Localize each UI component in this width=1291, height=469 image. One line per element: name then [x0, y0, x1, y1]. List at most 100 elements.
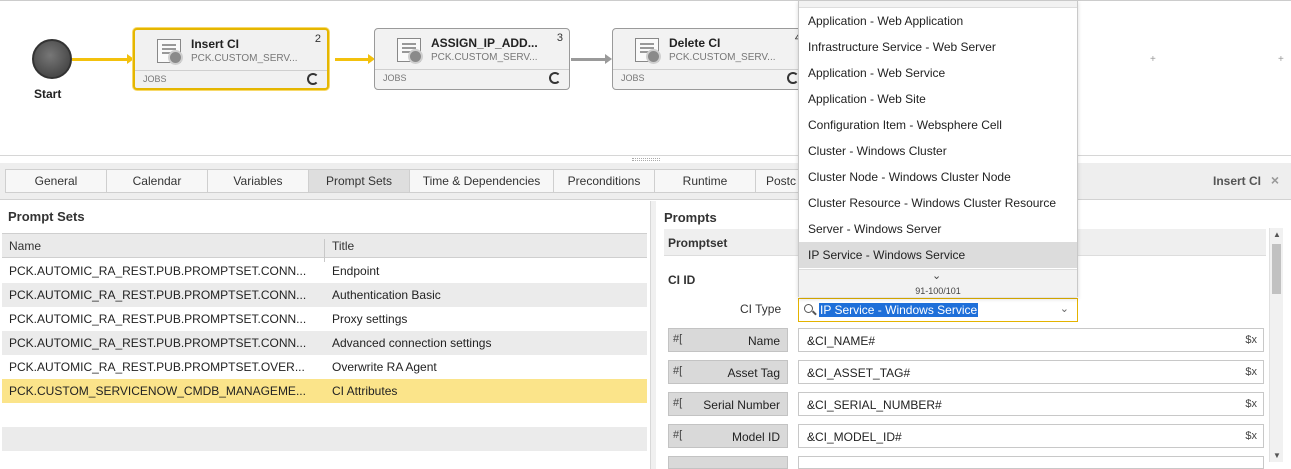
cell-name: PCK.AUTOMIC_RA_REST.PUB.PROMPTSET.CONN..…	[9, 288, 307, 302]
promptset-label: Promptset	[668, 236, 728, 250]
option-label: Application - Web Service	[808, 66, 946, 80]
ci-type-combobox[interactable]: IP Service - Windows Service ⌄	[798, 298, 1078, 322]
ci-type-dropdown-list: Application - Web Application Infrastruc…	[798, 0, 1078, 297]
pagination-text: 91-100/101	[915, 286, 961, 296]
column-header-name[interactable]: Name	[9, 239, 41, 253]
add-node-plus-icon[interactable]: +	[1150, 54, 1156, 65]
variable-picker-icon[interactable]: $x	[1245, 334, 1257, 346]
variable-picker-icon[interactable]: $x	[1245, 398, 1257, 410]
dropdown-footer: ⌄ 91-100/101	[799, 269, 1077, 297]
option-label: IP Service - Windows Service	[808, 248, 966, 262]
cell-name: PCK.CUSTOM_SERVICENOW_CMDB_MANAGEME...	[9, 384, 306, 398]
field-label-name: #[ Name	[668, 328, 788, 352]
table-row-empty	[2, 403, 647, 427]
dropdown-option[interactable]: Cluster Node - Windows Cluster Node	[799, 164, 1077, 190]
field-label-next	[668, 456, 788, 469]
option-label: Application - Web Site	[808, 92, 926, 106]
next-field[interactable]	[798, 456, 1264, 469]
field-label-text: Serial Number	[703, 398, 780, 412]
job-icon	[157, 39, 183, 65]
chevron-down-icon[interactable]: ⌄	[1060, 302, 1069, 315]
option-label: Configuration Item - Websphere Cell	[808, 118, 1002, 132]
dropdown-option[interactable]: Application - Web Service	[799, 60, 1077, 86]
field-label-serial-number: #[ Serial Number	[668, 392, 788, 416]
workflow-canvas[interactable]: Start Insert CI PCK.CUSTOM_SERV... 2 JOB…	[0, 0, 1291, 156]
table-row[interactable]: PCK.AUTOMIC_RA_REST.PUB.PROMPTSET.CONN..…	[2, 259, 647, 283]
name-field[interactable]: &CI_NAME# $x	[798, 328, 1264, 352]
variable-picker-icon[interactable]: $x	[1245, 430, 1257, 442]
tab-calendar[interactable]: Calendar	[106, 169, 207, 193]
cell-title: Proxy settings	[332, 312, 408, 326]
task-object: PCK.CUSTOM_SERV...	[431, 52, 538, 63]
table-row[interactable]: PCK.AUTOMIC_RA_REST.PUB.PROMPTSET.OVER..…	[2, 355, 647, 379]
field-value: &CI_MODEL_ID#	[807, 430, 902, 444]
option-label: Cluster Resource - Windows Cluster Resou…	[808, 196, 1057, 210]
chevron-down-icon[interactable]: ⌄	[932, 269, 941, 282]
dropdown-option[interactable]: Application - Web Application	[799, 8, 1077, 34]
horizontal-splitter-handle[interactable]	[632, 158, 660, 161]
prompts-scrollbar[interactable]: ▲ ▼	[1269, 228, 1283, 462]
table-row[interactable]: PCK.AUTOMIC_RA_REST.PUB.PROMPTSET.CONN..…	[2, 307, 647, 331]
tab-prompt-sets[interactable]: Prompt Sets	[308, 169, 409, 193]
edge-arrow-icon	[605, 54, 612, 64]
start-node[interactable]	[32, 39, 72, 79]
ci-type-value: IP Service - Windows Service	[819, 303, 979, 317]
tab-preconditions[interactable]: Preconditions	[553, 169, 654, 193]
dropdown-option[interactable]: Configuration Item - Websphere Cell	[799, 112, 1077, 138]
option-label: Cluster - Windows Cluster	[808, 144, 947, 158]
task-type: JOBS	[383, 73, 407, 83]
dropdown-option[interactable]: Cluster - Windows Cluster	[799, 138, 1077, 164]
scroll-down-icon[interactable]: ▼	[1273, 451, 1281, 460]
field-grip-icon: #[	[673, 365, 683, 377]
task-name: Delete CI	[669, 36, 721, 50]
tab-runtime[interactable]: Runtime	[654, 169, 755, 193]
canvas-border	[0, 0, 1291, 1]
dropdown-option[interactable]: Application - Web Site	[799, 86, 1077, 112]
tab-general[interactable]: General	[5, 169, 106, 193]
option-label: Server - Windows Server	[808, 222, 942, 236]
task-node-assign-ip[interactable]: ASSIGN_IP_ADD... PCK.CUSTOM_SERV... 3 JO…	[374, 28, 570, 90]
option-label: Infrastructure Service - Web Server	[808, 40, 996, 54]
model-id-field[interactable]: &CI_MODEL_ID# $x	[798, 424, 1264, 448]
tab-time-dependencies[interactable]: Time & Dependencies	[409, 169, 553, 193]
scrollbar-thumb[interactable]	[1272, 244, 1281, 294]
search-icon	[804, 304, 813, 313]
field-label-text: Asset Tag	[727, 366, 780, 380]
dropdown-option[interactable]: Infrastructure Service - Web Server	[799, 34, 1077, 60]
task-number: 2	[314, 33, 321, 45]
add-node-plus-icon[interactable]: +	[1278, 54, 1284, 65]
task-divider	[613, 69, 807, 70]
edge-start-to-task-1	[72, 58, 128, 61]
option-label: Application - Web Application	[808, 14, 964, 28]
column-header-title[interactable]: Title	[332, 239, 354, 253]
cell-title: Authentication Basic	[332, 288, 441, 302]
pane-title: Prompt Sets	[8, 209, 85, 224]
dropdown-option[interactable]: Server - Windows Server	[799, 216, 1077, 242]
task-name: Insert CI	[191, 37, 240, 51]
task-divider	[375, 69, 569, 70]
cell-title: CI Attributes	[332, 384, 398, 398]
dropdown-option-highlighted[interactable]: IP Service - Windows Service	[799, 242, 1077, 268]
table-row[interactable]: PCK.AUTOMIC_RA_REST.PUB.PROMPTSET.CONN..…	[2, 331, 647, 355]
close-icon[interactable]: ×	[1271, 172, 1279, 188]
table-row-empty	[2, 427, 647, 451]
vertical-splitter[interactable]	[650, 201, 656, 469]
task-node-insert-ci[interactable]: Insert CI PCK.CUSTOM_SERV... 2 JOBS	[133, 28, 329, 90]
start-label: Start	[34, 87, 62, 101]
edge-task-2-to-task-3	[571, 58, 606, 61]
table-row-selected[interactable]: PCK.CUSTOM_SERVICENOW_CMDB_MANAGEME... C…	[2, 379, 647, 403]
asset-tag-field[interactable]: &CI_ASSET_TAG# $x	[798, 360, 1264, 384]
scroll-up-icon[interactable]: ▲	[1273, 230, 1281, 239]
task-node-delete-ci[interactable]: Delete CI PCK.CUSTOM_SERV... 4 JOBS	[612, 28, 808, 90]
edge-task-1-to-task-2	[335, 58, 369, 61]
task-name: ASSIGN_IP_ADD...	[431, 36, 538, 50]
field-label-asset-tag: #[ Asset Tag	[668, 360, 788, 384]
tab-postconditions[interactable]: Postc	[755, 169, 798, 193]
field-grip-icon: #[	[673, 333, 683, 345]
task-object: PCK.CUSTOM_SERV...	[191, 53, 298, 64]
tab-variables[interactable]: Variables	[207, 169, 308, 193]
dropdown-option[interactable]: Cluster Resource - Windows Cluster Resou…	[799, 190, 1077, 216]
serial-number-field[interactable]: &CI_SERIAL_NUMBER# $x	[798, 392, 1264, 416]
table-row[interactable]: PCK.AUTOMIC_RA_REST.PUB.PROMPTSET.CONN..…	[2, 283, 647, 307]
variable-picker-icon[interactable]: $x	[1245, 366, 1257, 378]
